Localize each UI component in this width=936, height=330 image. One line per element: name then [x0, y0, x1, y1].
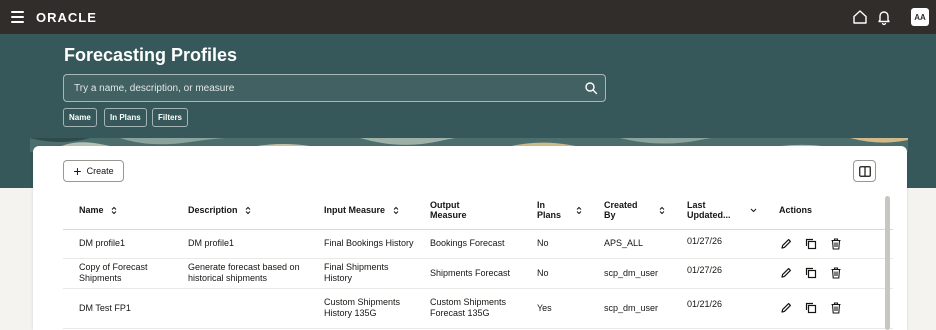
cell-name: Copy of Forecast Shipments [63, 258, 172, 289]
cell-input-measure: Custom Shipments History 135G [308, 288, 414, 329]
sort-icon[interactable] [245, 206, 251, 215]
edit-icon[interactable] [779, 266, 793, 280]
avatar[interactable]: AA [911, 8, 929, 26]
column-label: Input Measure [324, 205, 386, 216]
cell-created-by: APS_ALL [588, 229, 671, 259]
cell-output-measure: Bookings Forecast [414, 229, 521, 259]
table-row[interactable]: DM profile1 DM profile1 Final Bookings H… [63, 229, 893, 259]
sort-icon[interactable] [111, 206, 117, 215]
column-header-output-measure[interactable]: Output Measure [414, 192, 521, 230]
edit-icon[interactable] [779, 301, 793, 315]
sort-descending-icon[interactable] [750, 208, 757, 213]
duplicate-icon[interactable] [804, 266, 818, 280]
filter-chip-name[interactable]: Name [63, 108, 97, 127]
table-row[interactable]: DM Test FP1 Custom Shipments History 135… [63, 288, 893, 329]
cell-created-by: scp_dm_user [588, 288, 671, 329]
page-title: Forecasting Profiles [64, 45, 238, 65]
notifications-icon[interactable] [875, 8, 893, 26]
cell-description [172, 288, 308, 329]
columns-icon [859, 166, 871, 177]
oracle-logo[interactable]: ORACLE [36, 10, 97, 25]
cell-actions [763, 288, 893, 329]
plus-icon: + [73, 162, 82, 179]
sort-icon[interactable] [659, 206, 665, 215]
profiles-table: Name Description Input Measure Output Me… [63, 192, 893, 329]
delete-icon[interactable] [829, 266, 843, 280]
cell-created-by: scp_dm_user [588, 258, 671, 289]
duplicate-icon[interactable] [804, 237, 818, 251]
cell-in-plans-link[interactable]: Yes [521, 288, 588, 329]
column-label: Name [79, 205, 104, 216]
sort-icon[interactable] [576, 206, 582, 215]
table-header-row: Name Description Input Measure Output Me… [63, 192, 893, 230]
home-icon[interactable] [851, 8, 869, 26]
vertical-scrollbar[interactable] [885, 196, 890, 330]
cell-actions [763, 229, 893, 259]
column-settings-button[interactable] [853, 160, 876, 182]
column-header-actions: Actions [763, 192, 893, 230]
cell-in-plans: No [521, 229, 588, 259]
column-header-description[interactable]: Description [172, 192, 308, 230]
cell-input-measure: Final Bookings History [308, 229, 414, 259]
delete-icon[interactable] [829, 237, 843, 251]
results-panel: + Create Name Description Input Measure … [33, 146, 907, 330]
sort-icon[interactable] [393, 206, 399, 215]
column-header-in-plans[interactable]: In Plans [521, 192, 588, 230]
column-label: Last Updated... [687, 200, 731, 221]
filter-chip-filters[interactable]: Filters [152, 108, 189, 127]
duplicate-icon[interactable] [804, 301, 818, 315]
cell-actions [763, 258, 893, 289]
column-label: Output Measure [430, 200, 467, 221]
cell-name: DM Test FP1 [63, 288, 172, 329]
column-header-input-measure[interactable]: Input Measure [308, 192, 414, 230]
search-bar [63, 74, 606, 102]
create-button-label: Create [86, 166, 114, 176]
search-input[interactable] [74, 75, 574, 101]
cell-last-updated: 01/21/26 [671, 288, 763, 329]
cell-last-updated: 01/27/26 [671, 258, 763, 289]
column-header-created-by[interactable]: Created By [588, 192, 671, 230]
edit-icon[interactable] [779, 237, 793, 251]
hamburger-icon[interactable] [11, 11, 24, 23]
filter-chip-in-plans[interactable]: In Plans [104, 108, 147, 127]
column-label: Description [188, 205, 238, 216]
cell-name: DM profile1 [63, 229, 172, 259]
column-header-last-updated[interactable]: Last Updated... [671, 192, 763, 230]
cell-last-updated: 01/27/26 [671, 229, 763, 259]
cell-input-measure: Final Shipments History [308, 258, 414, 289]
cell-in-plans: No [521, 258, 588, 289]
search-icon[interactable] [584, 81, 598, 95]
top-bar: ORACLE AA [0, 0, 936, 34]
column-label: Created By [604, 200, 638, 221]
cell-description: Generate forecast based on historical sh… [172, 258, 308, 289]
table-row[interactable]: Copy of Forecast Shipments Generate fore… [63, 258, 893, 289]
delete-icon[interactable] [829, 301, 843, 315]
cell-output-measure: Shipments Forecast [414, 258, 521, 289]
cell-description: DM profile1 [172, 229, 308, 259]
column-label: In Plans [537, 200, 562, 221]
create-button[interactable]: + Create [63, 160, 124, 182]
cell-output-measure: Custom Shipments Forecast 135G [414, 288, 521, 329]
column-header-name[interactable]: Name [63, 192, 172, 230]
